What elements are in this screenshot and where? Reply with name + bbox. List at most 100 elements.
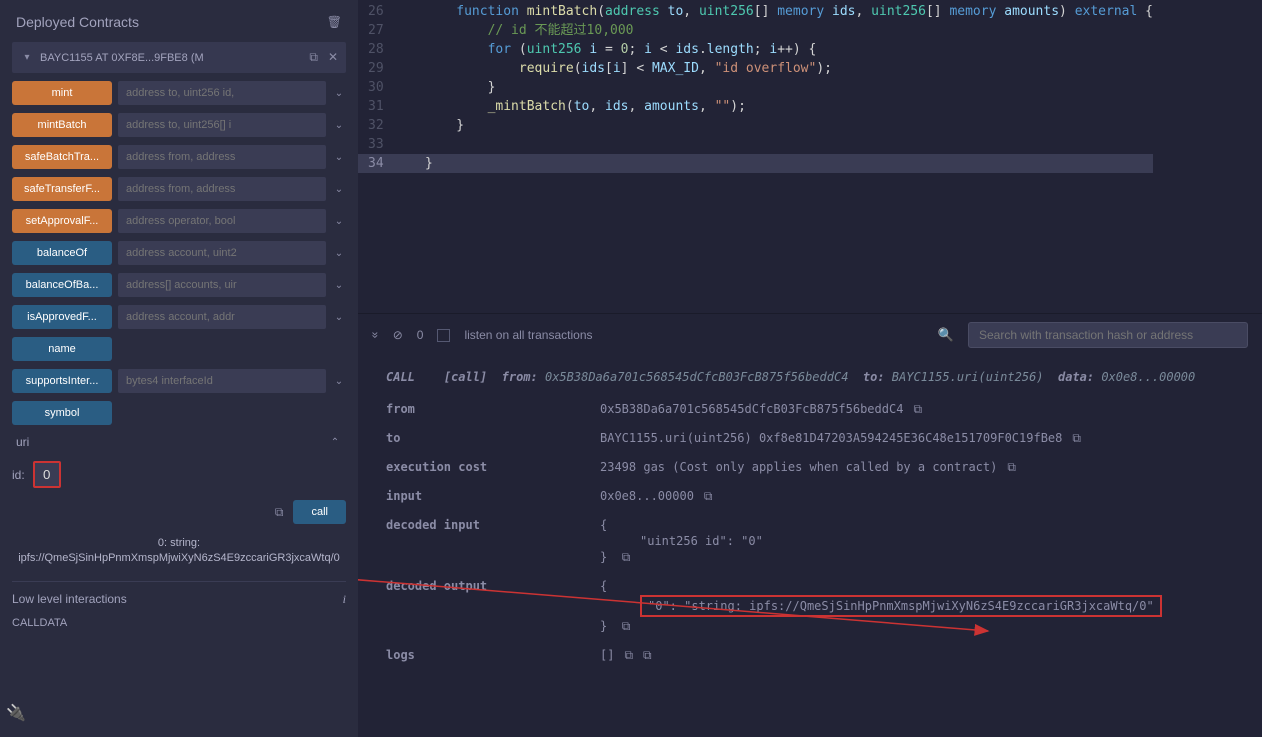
copy-icon[interactable]: ⧉ <box>1007 460 1016 475</box>
row-input-value: 0x0e8...00000 <box>600 489 694 503</box>
function-row: mintBatch ⌄ <box>12 113 346 137</box>
close-icon[interactable]: ✕ <box>328 50 338 65</box>
listen-checkbox[interactable] <box>437 329 450 342</box>
search-icon[interactable]: 🔍 <box>938 327 954 343</box>
search-input[interactable] <box>968 322 1248 348</box>
row-logs-value: [] <box>600 648 614 662</box>
function-args-input[interactable] <box>118 177 326 201</box>
copy-icon[interactable]: ⧉ <box>624 648 633 663</box>
contract-name: BAYC1155 AT 0XF8E...9FBE8 (M <box>40 52 204 64</box>
chevron-down-icon[interactable]: ⌄ <box>332 88 346 99</box>
function-args-input[interactable] <box>118 305 326 329</box>
function-button[interactable]: name <box>12 337 112 361</box>
function-button[interactable]: symbol <box>12 401 112 425</box>
function-args-input[interactable] <box>118 369 326 393</box>
chevron-down-icon[interactable]: ⌄ <box>332 312 346 323</box>
function-row: symbol <box>12 401 346 425</box>
chevron-down-icon[interactable]: ⌄ <box>332 120 346 131</box>
trash-icon[interactable]: 🗑 <box>327 15 342 29</box>
plug-icon[interactable]: 🔌 <box>6 703 26 723</box>
call-tag: [call] <box>444 370 487 384</box>
row-from-value: 0x5B38Da6a701c568545dCfcB03FcB875f56bedd… <box>600 402 903 416</box>
copy-icon[interactable]: ⧉ <box>622 550 631 564</box>
call-summary: CALL [call] from: 0x5B38Da6a701c568545dC… <box>386 370 1248 384</box>
decoded-input-value: "uint256 id": "0" <box>600 534 763 548</box>
call-details: from 0x5B38Da6a701c568545dCfcB03FcB875f5… <box>386 402 1248 663</box>
terminal-toolbar: » ⊘ 0 listen on all transactions 🔍 <box>358 313 1262 356</box>
low-level-label: Low level interactions <box>12 592 127 606</box>
function-button[interactable]: setApprovalF... <box>12 209 112 233</box>
function-args-input[interactable] <box>118 209 326 233</box>
terminal-output[interactable]: CALL [call] from: 0x5B38Da6a701c568545dC… <box>358 356 1262 737</box>
function-row: supportsInter... ⌄ <box>12 369 346 393</box>
clear-icon[interactable]: ⊘ <box>393 328 403 342</box>
function-list: mint⌄mintBatch⌄safeBatchTra...⌄safeTrans… <box>12 81 346 425</box>
contract-header[interactable]: ▾ BAYC1155 AT 0XF8E...9FBE8 (M ⧉ ✕ <box>12 42 346 73</box>
copy-icon[interactable]: ⧉ <box>1072 431 1081 446</box>
function-button[interactable]: mintBatch <box>12 113 112 137</box>
listen-label: listen on all transactions <box>464 328 592 342</box>
function-row: balanceOfBa... ⌄ <box>12 273 346 297</box>
function-row: safeTransferF... ⌄ <box>12 177 346 201</box>
from-addr: 0x5B38Da6a701c568545dCfcB03FcB875f56bedd… <box>545 370 848 384</box>
row-decoded-input-label: decoded input <box>386 518 586 565</box>
chevron-down-icon[interactable]: ⌄ <box>332 376 346 387</box>
call-button[interactable]: call <box>293 500 346 524</box>
function-button[interactable]: balanceOfBa... <box>12 273 112 297</box>
chevron-down-icon[interactable]: ⌄ <box>332 280 346 291</box>
expand-icon[interactable]: » <box>368 332 382 339</box>
uri-result: 0: string: ipfs://QmeSjSinHpPnmXmspMjwiX… <box>12 528 346 581</box>
data-value: 0x0e8...00000 <box>1101 370 1195 384</box>
function-button[interactable]: mint <box>12 81 112 105</box>
function-button[interactable]: safeBatchTra... <box>12 145 112 169</box>
uri-header[interactable]: uri ⌃ <box>12 431 346 453</box>
function-args-input[interactable] <box>118 273 326 297</box>
uri-section: uri ⌃ id: ⧉ call 0: string: ipfs://QmeSj… <box>12 431 346 581</box>
copy-icon[interactable]: ⧉ <box>704 489 713 504</box>
row-logs-label: logs <box>386 648 586 663</box>
code-editor[interactable]: 262728293031323334 function mintBatch(ad… <box>358 0 1262 313</box>
function-button[interactable]: safeTransferF... <box>12 177 112 201</box>
chevron-down-icon[interactable]: ⌄ <box>332 152 346 163</box>
chevron-down-icon[interactable]: ▾ <box>20 52 34 63</box>
function-button[interactable]: balanceOf <box>12 241 112 265</box>
function-button[interactable]: isApprovedF... <box>12 305 112 329</box>
function-args-input[interactable] <box>118 241 326 265</box>
line-gutter: 262728293031323334 <box>358 0 394 313</box>
brace-open: { <box>600 579 1162 593</box>
function-row: setApprovalF... ⌄ <box>12 209 346 233</box>
copy-icon[interactable]: ⧉ <box>643 648 652 663</box>
brace-close: } <box>600 550 607 564</box>
uri-label-text: uri <box>16 435 29 449</box>
function-row: mint ⌄ <box>12 81 346 105</box>
panel-title: Deployed Contracts <box>16 14 139 30</box>
function-row: name <box>12 337 346 361</box>
copy-icon[interactable]: ⧉ <box>622 619 631 633</box>
row-cost-label: execution cost <box>386 460 586 475</box>
decoded-output-value: "0": "string: ipfs://QmeSjSinHpPnmXmspMj… <box>640 595 1162 617</box>
info-icon[interactable]: i <box>343 592 346 607</box>
chevron-down-icon[interactable]: ⌄ <box>332 216 346 227</box>
panel-header: Deployed Contracts 🗑 <box>12 8 346 36</box>
function-args-input[interactable] <box>118 81 326 105</box>
uri-id-label: id: <box>12 468 25 482</box>
copy-icon[interactable]: ⧉ <box>309 50 318 65</box>
copy-icon[interactable]: ⧉ <box>275 505 284 520</box>
function-args-input[interactable] <box>118 145 326 169</box>
row-from-label: from <box>386 402 586 417</box>
to-label: to: <box>863 370 885 384</box>
function-row: isApprovedF... ⌄ <box>12 305 346 329</box>
function-row: balanceOf ⌄ <box>12 241 346 265</box>
chevron-down-icon[interactable]: ⌄ <box>332 184 346 195</box>
function-button[interactable]: supportsInter... <box>12 369 112 393</box>
row-to-label: to <box>386 431 586 446</box>
chevron-down-icon[interactable]: ⌄ <box>332 248 346 259</box>
uri-id-input[interactable] <box>33 461 61 488</box>
function-args-input[interactable] <box>118 113 326 137</box>
calldata-label: CALLDATA <box>12 613 346 629</box>
chevron-up-icon[interactable]: ⌃ <box>328 437 342 448</box>
function-row: safeBatchTra... ⌄ <box>12 145 346 169</box>
deployed-contracts-panel: Deployed Contracts 🗑 ▾ BAYC1155 AT 0XF8E… <box>0 0 358 737</box>
copy-icon[interactable]: ⧉ <box>913 402 922 417</box>
code-content: function mintBatch(address to, uint256[]… <box>394 0 1153 313</box>
